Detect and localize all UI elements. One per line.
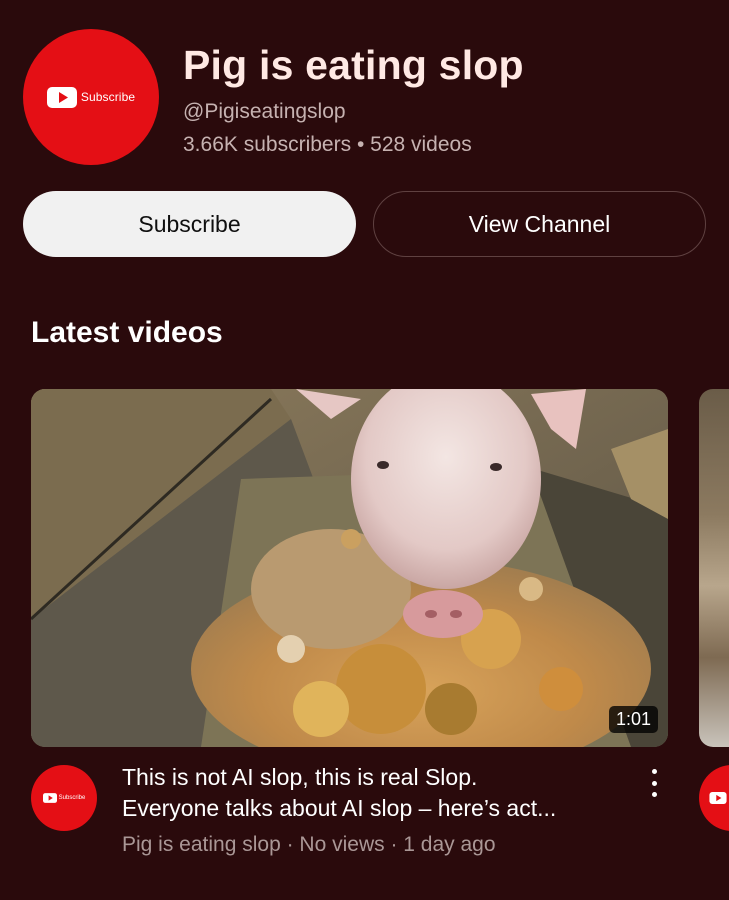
video-count: 528 videos [370,133,472,156]
view-channel-button[interactable]: View Channel [373,191,706,257]
more-options-icon[interactable] [643,765,665,801]
video-title-line: Everyone talks about AI slop – here’s ac… [122,795,557,821]
dot [651,780,657,786]
dot [651,769,657,774]
youtube-play-icon [709,792,727,804]
subscribe-button[interactable]: Subscribe [23,191,356,257]
video-meta: Pig is eating slop · No views · 1 day ag… [122,833,496,856]
pig-eating-image [31,389,668,747]
stats-separator: • [356,133,365,156]
avatar-brand-text: Subscribe [58,795,86,801]
video-thumbnail[interactable]: 1:01 [31,389,668,747]
section-title: Latest videos [31,316,223,349]
channel-stats: 3.66K subscribers • 528 videos [183,133,472,157]
video-channel-avatar[interactable]: Subscribe [31,765,97,831]
video-title[interactable]: This is not AI slop, this is real Slop. … [122,762,632,824]
subscriber-count: 3.66K subscribers [183,133,352,156]
channel-handle: @Pigiseatingslop [183,100,346,123]
avatar-brand-text: Subscribe [80,90,136,104]
next-video-thumbnail[interactable] [699,389,729,747]
video-duration: 1:01 [608,706,658,733]
video-title-line: This is not AI slop, this is real Slop. [122,764,478,790]
youtube-play-icon [46,86,77,108]
channel-avatar[interactable]: Subscribe [23,29,159,165]
dot [651,792,657,797]
next-video-channel-avatar[interactable] [699,765,729,831]
youtube-play-icon [42,793,57,803]
channel-title: Pig is eating slop [183,42,524,88]
